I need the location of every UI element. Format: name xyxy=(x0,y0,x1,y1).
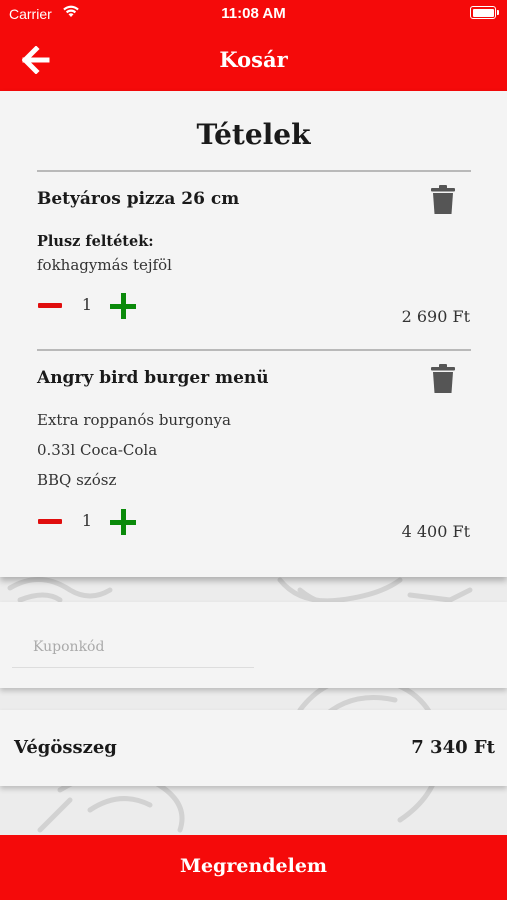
coupon-panel xyxy=(0,602,507,688)
cart-card: Tételek Betyáros pizza 26 cm Plusz felté… xyxy=(0,91,507,577)
increase-quantity-button[interactable] xyxy=(110,293,136,319)
clock: 11:08 AM xyxy=(221,5,286,22)
decrease-quantity-button[interactable] xyxy=(38,303,62,308)
nav-bar: Kosár xyxy=(0,28,507,91)
total-panel: Végösszeg 7 340 Ft xyxy=(0,710,507,786)
quantity-value: 1 xyxy=(81,511,93,530)
cart-heading: Tételek xyxy=(196,118,311,151)
extra-option: Extra roppanós burgonya xyxy=(37,411,231,429)
item-price: 2 690 Ft xyxy=(401,307,470,326)
extra-option: BBQ szósz xyxy=(37,471,117,489)
cart-item-name: Betyáros pizza 26 cm xyxy=(37,189,240,209)
trash-icon[interactable] xyxy=(430,185,456,215)
coupon-code-input[interactable] xyxy=(12,626,254,668)
trash-icon[interactable] xyxy=(430,364,456,394)
page-title: Kosár xyxy=(219,47,288,72)
divider xyxy=(37,170,471,172)
increase-quantity-button[interactable] xyxy=(110,509,136,535)
place-order-button[interactable]: Megrendelem xyxy=(0,835,507,900)
battery-icon xyxy=(470,6,499,19)
cart-item-name: Angry bird burger menü xyxy=(37,368,269,388)
extra-option: 0.33l Coca-Cola xyxy=(37,441,158,459)
divider xyxy=(37,349,471,351)
quantity-value: 1 xyxy=(81,295,93,314)
item-price: 4 400 Ft xyxy=(401,522,470,541)
total-value: 7 340 Ft xyxy=(411,737,495,758)
extras-label: Plusz feltétek: xyxy=(37,233,154,250)
total-label: Végösszeg xyxy=(14,737,117,758)
status-bar: Carrier 11:08 AM xyxy=(0,0,507,28)
decrease-quantity-button[interactable] xyxy=(38,519,62,524)
extra-option: fokhagymás tejföl xyxy=(37,256,172,274)
